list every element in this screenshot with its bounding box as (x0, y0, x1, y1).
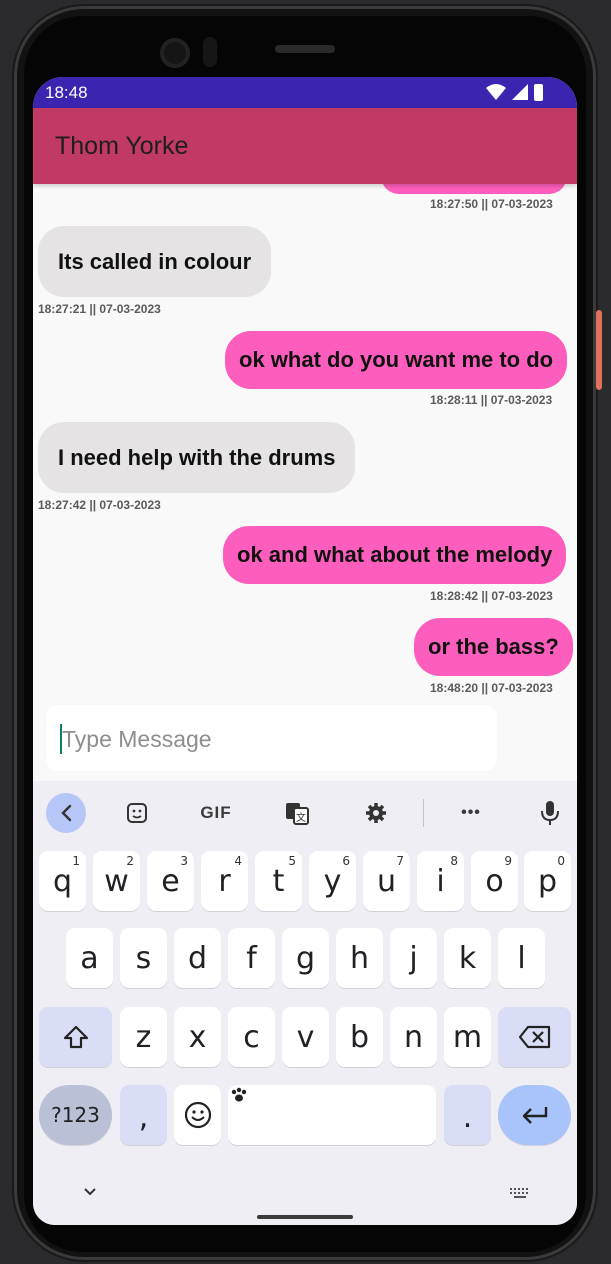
message-bubble-incoming[interactable]: I need help with the drums (38, 422, 356, 493)
more-button[interactable]: ••• (453, 793, 489, 833)
message-timestamp: 18:28:11 || 07-03-2023 (430, 393, 553, 407)
keyboard-switch-icon[interactable] (509, 1187, 531, 1199)
earpiece-speaker (275, 45, 335, 53)
status-time: 18:48 (45, 83, 88, 102)
key-e[interactable]: e3 (147, 851, 194, 911)
backspace-key[interactable] (498, 1007, 571, 1067)
key-r[interactable]: r4 (201, 851, 248, 911)
mic-icon[interactable] (536, 793, 564, 833)
sticker-icon[interactable] (123, 793, 151, 833)
back-icon[interactable] (46, 793, 86, 833)
key-d[interactable]: d (174, 928, 221, 988)
hide-keyboard-icon[interactable] (83, 1187, 97, 1197)
sensor (203, 37, 217, 67)
toolbar-divider (423, 799, 424, 827)
symbols-key[interactable]: ?123 (39, 1085, 112, 1145)
message-bubble-outgoing[interactable]: or the bass? (414, 618, 573, 676)
message-timestamp: 18:48:20 || 07-03-2023 (430, 681, 553, 695)
translate-icon[interactable]: 文 (282, 793, 312, 833)
message-input-container[interactable] (46, 705, 497, 771)
key-h[interactable]: h (336, 928, 383, 988)
gear-icon[interactable] (361, 793, 391, 833)
message-timestamp: 18:27:21 || 07-03-2023 (38, 302, 161, 316)
message-timestamp: 18:28:42 || 07-03-2023 (430, 589, 553, 603)
key-y[interactable]: y6 (309, 851, 356, 911)
comma-key[interactable]: , (120, 1085, 167, 1145)
key-c[interactable]: c (228, 1007, 275, 1067)
key-w[interactable]: w2 (93, 851, 140, 911)
key-t[interactable]: t5 (255, 851, 302, 911)
key-n[interactable]: n (390, 1007, 437, 1067)
contact-name: Thom Yorke (55, 132, 189, 160)
message-timestamp: 18:27:50 || 07-03-2023 (430, 197, 553, 211)
key-q[interactable]: q1 (39, 851, 86, 911)
message-list[interactable]: 18:27:50 || 07-03-2023 Its called in col… (33, 158, 577, 784)
key-j[interactable]: j (390, 928, 437, 988)
key-l[interactable]: l (498, 928, 545, 988)
key-o[interactable]: o9 (471, 851, 518, 911)
emoji-icon (184, 1101, 211, 1129)
svg-text:文: 文 (296, 811, 306, 824)
emoji-key[interactable] (174, 1085, 221, 1145)
key-x[interactable]: x (174, 1007, 221, 1067)
message-input[interactable] (62, 721, 482, 757)
key-s[interactable]: s (120, 928, 167, 988)
key-g[interactable]: g (282, 928, 329, 988)
key-v[interactable]: v (282, 1007, 329, 1067)
backspace-icon (518, 1025, 550, 1049)
power-button[interactable] (596, 310, 602, 390)
key-p[interactable]: p0 (524, 851, 571, 911)
paw-icon (231, 1087, 247, 1102)
key-k[interactable]: k (444, 928, 491, 988)
enter-key[interactable] (498, 1085, 571, 1145)
key-i[interactable]: i8 (417, 851, 464, 911)
period-key[interactable]: . (444, 1085, 491, 1145)
key-m[interactable]: m (444, 1007, 491, 1067)
shift-key[interactable] (39, 1007, 112, 1067)
message-bubble-outgoing[interactable]: ok and what about the melody (223, 526, 567, 584)
shift-icon (63, 1025, 88, 1049)
enter-icon (522, 1107, 547, 1124)
message-timestamp: 18:27:42 || 07-03-2023 (38, 498, 161, 512)
battery-icon (534, 83, 543, 101)
key-a[interactable]: a (66, 928, 113, 988)
key-u[interactable]: u7 (363, 851, 410, 911)
gif-button[interactable]: GIF (195, 793, 237, 833)
status-bar: 18:48 (33, 77, 577, 108)
screen: 18:48 Thom Yorke 18:27:50 || 07-03-2023 … (33, 77, 577, 1225)
key-b[interactable]: b (336, 1007, 383, 1067)
app-bar: Thom Yorke (33, 108, 577, 184)
keyboard-toolbar: GIF 文 ••• (33, 781, 577, 845)
key-z[interactable]: z (120, 1007, 167, 1067)
space-key[interactable] (228, 1085, 436, 1145)
wifi-icon (486, 84, 506, 100)
key-f[interactable]: f (228, 928, 275, 988)
signal-icon (512, 84, 528, 100)
front-camera (160, 38, 190, 68)
message-bubble-outgoing[interactable]: ok what do you want me to do (225, 331, 568, 389)
status-icons (486, 83, 543, 101)
home-indicator[interactable] (257, 1215, 353, 1219)
keyboard: GIF 文 ••• q1 w2 e3 r4 t5 y6 u7 i8 o9 p0 (33, 781, 577, 1225)
message-bubble-incoming[interactable]: Its called in colour (38, 226, 272, 297)
